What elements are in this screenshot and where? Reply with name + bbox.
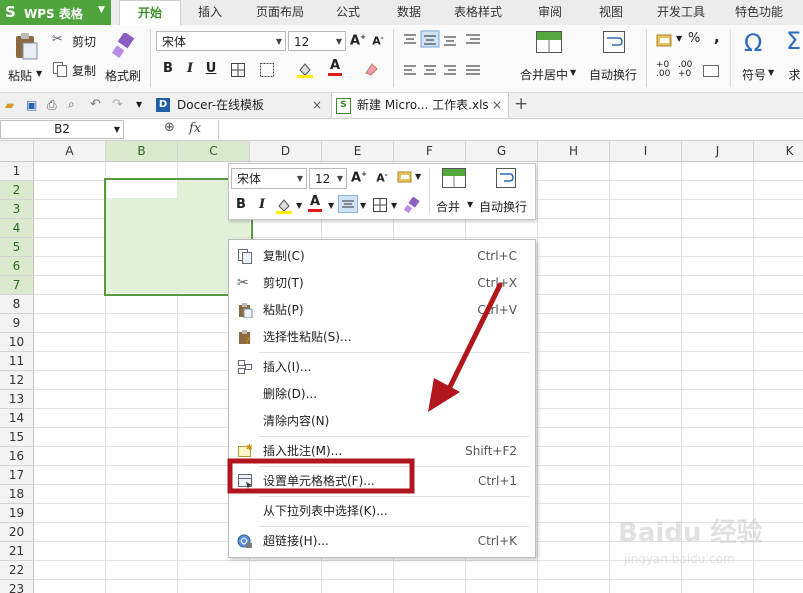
highlight-box	[227, 458, 415, 494]
baidu-watermark: Baidu 经验 jingyan.baidu.com	[618, 512, 800, 572]
annotation-arrow-shaft	[443, 282, 503, 398]
watermark-text: Baidu 经验	[618, 518, 763, 548]
annotation-arrow-head	[428, 378, 460, 412]
annotation-overlay	[227, 282, 503, 494]
watermark-url: jingyan.baidu.com	[624, 552, 735, 566]
